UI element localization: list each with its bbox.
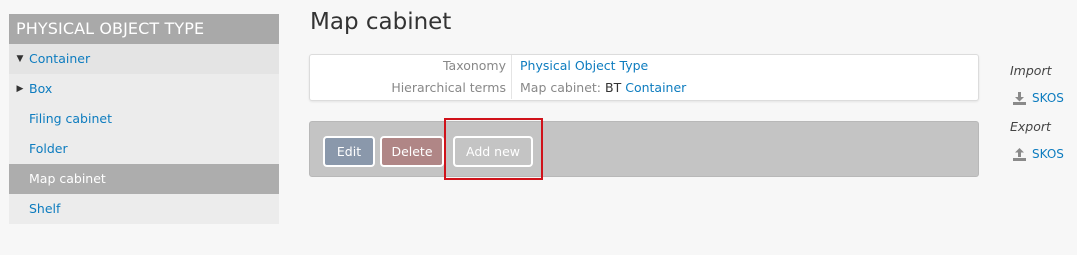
hierarchical-terms-label: Hierarchical terms	[391, 80, 506, 95]
tree-item-label[interactable]: Map cabinet	[29, 171, 106, 186]
tree-item-label[interactable]: Box	[29, 81, 52, 96]
taxonomy-label: Taxonomy	[442, 58, 506, 73]
export-skos-label[interactable]: SKOS	[1032, 147, 1064, 161]
tree-item-label[interactable]: Folder	[29, 141, 68, 156]
import-skos-link[interactable]: SKOS	[1013, 91, 1064, 105]
tree-item-label[interactable]: Filing cabinet	[29, 111, 112, 126]
sidebar: PHYSICAL OBJECT TYPE ▼ Container ▶ Box F…	[9, 14, 279, 224]
edit-button[interactable]: Edit	[323, 136, 375, 167]
broader-term-marker: BT	[605, 80, 622, 95]
import-heading: Import	[1010, 63, 1052, 78]
export-heading: Export	[1010, 119, 1051, 134]
hierarchical-terms-value-cell: Map cabinet: BT Container	[511, 77, 978, 99]
term-info-box: Taxonomy Physical Object Type Hierarchic…	[309, 54, 979, 101]
export-skos-link[interactable]: SKOS	[1013, 147, 1064, 161]
action-bar: Edit Delete Add new	[309, 121, 979, 177]
tree-item-map-cabinet[interactable]: Map cabinet	[9, 164, 279, 194]
hierarchical-terms-row: Hierarchical terms Map cabinet: BT Conta…	[310, 77, 978, 99]
tree-item-folder[interactable]: Folder	[9, 134, 279, 164]
tree-item-filing-cabinet[interactable]: Filing cabinet	[9, 104, 279, 134]
taxonomy-row: Taxonomy Physical Object Type	[310, 55, 978, 77]
expand-toggle-icon[interactable]: ▶	[14, 74, 26, 104]
sidebar-title: PHYSICAL OBJECT TYPE	[9, 14, 279, 44]
tree-item-label[interactable]: Shelf	[29, 201, 60, 216]
broader-term-link[interactable]: Container	[625, 80, 686, 95]
upload-icon	[1013, 147, 1026, 161]
tree-item-box[interactable]: ▶ Box	[9, 74, 279, 104]
add-new-button[interactable]: Add new	[453, 136, 533, 167]
tree-item-shelf[interactable]: Shelf	[9, 194, 279, 224]
taxonomy-link[interactable]: Physical Object Type	[520, 58, 648, 73]
import-skos-label[interactable]: SKOS	[1032, 91, 1064, 105]
download-icon	[1013, 91, 1026, 105]
tree-item-label[interactable]: Container	[29, 51, 90, 66]
delete-button[interactable]: Delete	[380, 136, 444, 167]
tree-item-container[interactable]: ▼ Container	[9, 44, 279, 74]
collapse-toggle-icon[interactable]: ▼	[14, 44, 26, 74]
taxonomy-value-cell: Physical Object Type	[511, 55, 978, 77]
current-term-prefix: Map cabinet:	[520, 80, 602, 95]
page-title: Map cabinet	[310, 9, 452, 35]
